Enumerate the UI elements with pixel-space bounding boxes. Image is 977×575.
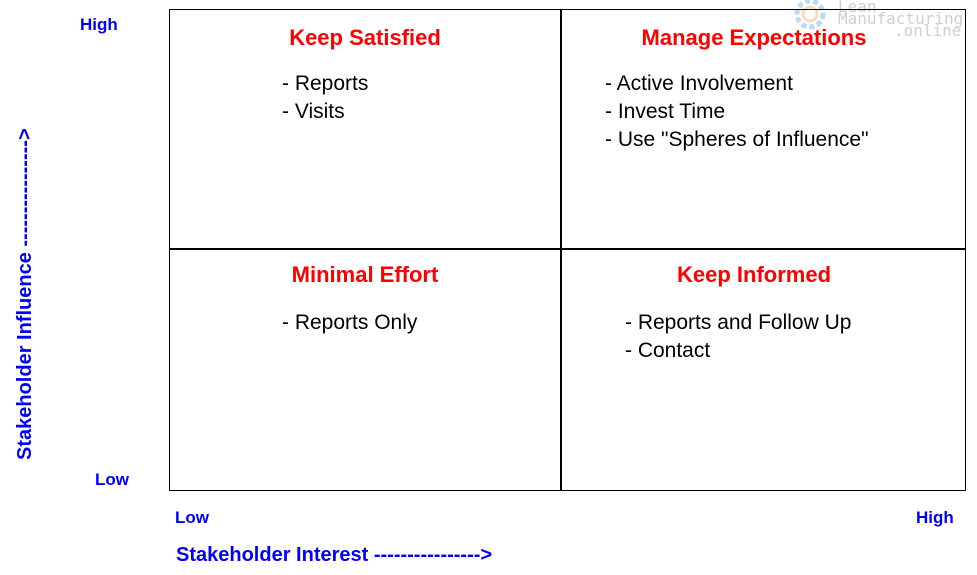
quadrant-keep-informed: Keep Informed - Reports and Follow Up - … [561,249,967,492]
quadrant-list: - Active Involvement - Invest Time - Use… [605,70,869,154]
list-item: - Invest Time [605,100,726,123]
y-axis-low-label: Low [95,470,129,489]
quadrant-title: Manage Expectations [641,25,867,50]
x-axis-low-label: Low [175,508,209,527]
list-item: - Use "Spheres of Influence" [605,128,869,151]
list-item: - Active Involvement [605,72,793,95]
list-item: - Reports [282,72,369,95]
quadrant-title: Minimal Effort [291,262,439,287]
list-item: - Reports Only [282,311,418,334]
list-item: - Reports and Follow Up [625,311,852,334]
list-item: - Visits [282,100,345,123]
quadrant-list: - Reports Only [282,309,417,337]
y-axis-title: Stakeholder Influence ----------------> [14,128,36,460]
quadrant-minimal-effort: Minimal Effort - Reports Only [170,249,560,492]
quadrant-keep-satisfied: Keep Satisfied - Reports - Visits [170,10,560,248]
x-axis-high-label: High [916,508,954,527]
quadrant-list: - Reports - Visits [282,70,368,126]
quadrant-list: - Reports and Follow Up - Contact [625,309,851,365]
x-axis-title: Stakeholder Interest ----------------> [176,544,493,566]
quadrant-manage-expectations: Manage Expectations - Active Involvement… [561,10,967,248]
list-item: - Contact [625,339,711,362]
y-axis-high-label: High [80,15,118,34]
stakeholder-grid: Keep Satisfied - Reports - Visits Manage… [169,9,966,491]
quadrant-title: Keep Satisfied [289,25,441,50]
quadrant-title: Keep Informed [676,262,832,287]
